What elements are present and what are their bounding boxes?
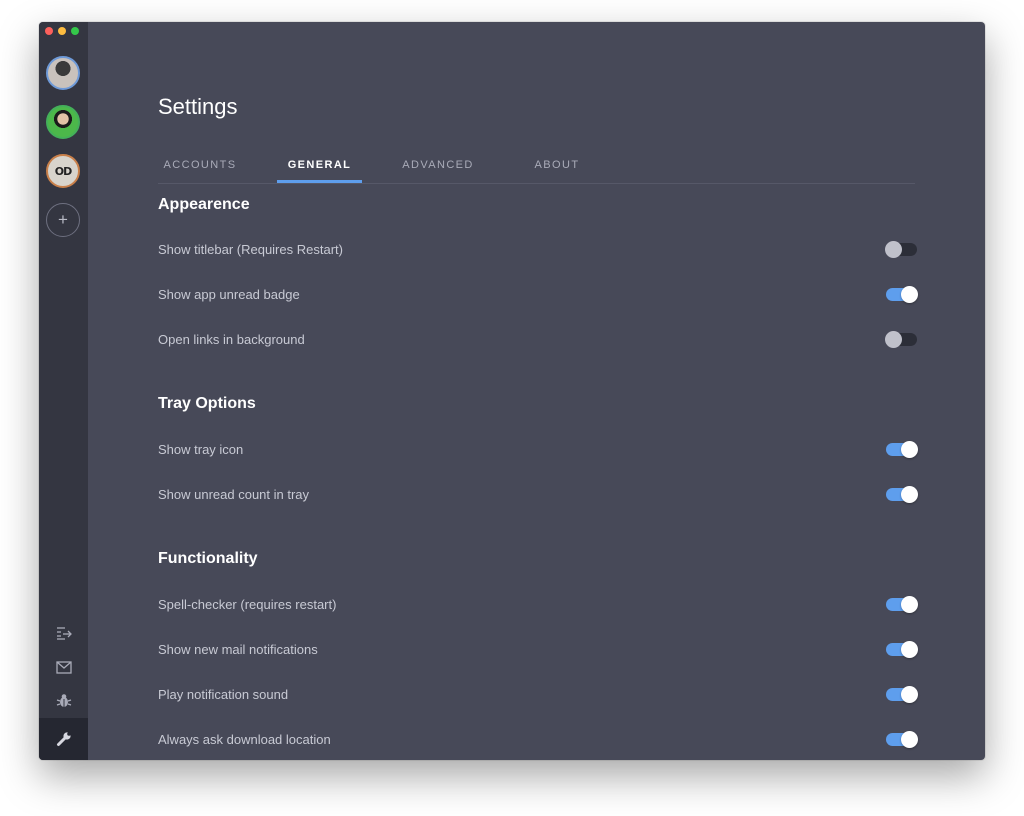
spell-checker-toggle[interactable] bbox=[886, 596, 918, 613]
wrench-icon[interactable] bbox=[39, 718, 88, 760]
setting-label: Play notification sound bbox=[158, 687, 289, 702]
notification-sound-toggle[interactable] bbox=[886, 686, 918, 703]
tab-general[interactable]: GENERAL bbox=[277, 152, 362, 183]
add-account-button[interactable]: + bbox=[46, 203, 80, 237]
account-avatar-3[interactable]: OD bbox=[46, 154, 80, 188]
setting-row: Show new mail notifications bbox=[158, 638, 918, 662]
download-location-toggle[interactable] bbox=[886, 731, 918, 748]
section-heading-functionality: Functionality bbox=[158, 550, 258, 567]
tray-unread-count-toggle[interactable] bbox=[886, 486, 918, 503]
setting-label: Open links in background bbox=[158, 332, 305, 347]
sidebar: OD + bbox=[39, 22, 88, 760]
links-background-toggle[interactable] bbox=[885, 331, 918, 348]
page-title: Settings bbox=[158, 94, 238, 119]
setting-row: Spell-checker (requires restart) bbox=[158, 593, 918, 617]
mail-icon[interactable] bbox=[39, 652, 88, 682]
setting-row: Show titlebar (Requires Restart) bbox=[158, 238, 918, 262]
maximize-window-button[interactable] bbox=[71, 27, 79, 35]
tab-about[interactable]: ABOUT bbox=[515, 152, 599, 183]
tray-icon-toggle[interactable] bbox=[886, 441, 918, 458]
app-window: OD + Settings ACCOUNTS GENERAL ADVANCED … bbox=[39, 22, 985, 760]
tab-accounts[interactable]: ACCOUNTS bbox=[158, 152, 242, 183]
account-avatar-2[interactable] bbox=[46, 105, 80, 139]
section-heading-tray-options: Tray Options bbox=[158, 395, 256, 412]
window-controls bbox=[45, 27, 79, 35]
list-arrow-icon[interactable] bbox=[39, 618, 88, 648]
setting-label: Show new mail notifications bbox=[158, 642, 318, 657]
setting-label: Show unread count in tray bbox=[158, 487, 310, 502]
setting-row: Always ask download location bbox=[158, 728, 918, 752]
mail-notifications-toggle[interactable] bbox=[886, 641, 918, 658]
setting-row: Play notification sound bbox=[158, 683, 918, 707]
setting-row: Show app unread badge bbox=[158, 283, 918, 307]
setting-label: Show titlebar (Requires Restart) bbox=[158, 242, 343, 257]
setting-label: Show tray icon bbox=[158, 442, 244, 457]
minimize-window-button[interactable] bbox=[58, 27, 66, 35]
setting-row: Show tray icon bbox=[158, 438, 918, 462]
section-heading-appearance: Appearence bbox=[158, 196, 250, 213]
setting-label: Always ask download location bbox=[158, 732, 331, 747]
close-window-button[interactable] bbox=[45, 27, 53, 35]
bug-icon[interactable] bbox=[39, 686, 88, 716]
setting-row: Open links in background bbox=[158, 328, 918, 352]
unread-badge-toggle[interactable] bbox=[886, 286, 918, 303]
account-avatar-1[interactable] bbox=[46, 56, 80, 90]
show-titlebar-toggle[interactable] bbox=[885, 241, 918, 258]
setting-label: Spell-checker (requires restart) bbox=[158, 597, 337, 612]
settings-tabs: ACCOUNTS GENERAL ADVANCED ABOUT bbox=[158, 152, 915, 184]
tab-advanced[interactable]: ADVANCED bbox=[396, 152, 480, 183]
account-avatar-3-glyph: OD bbox=[54, 164, 73, 178]
settings-panel: Settings ACCOUNTS GENERAL ADVANCED ABOUT… bbox=[88, 22, 985, 760]
setting-row: Show unread count in tray bbox=[158, 483, 918, 507]
setting-label: Show app unread badge bbox=[158, 287, 300, 302]
